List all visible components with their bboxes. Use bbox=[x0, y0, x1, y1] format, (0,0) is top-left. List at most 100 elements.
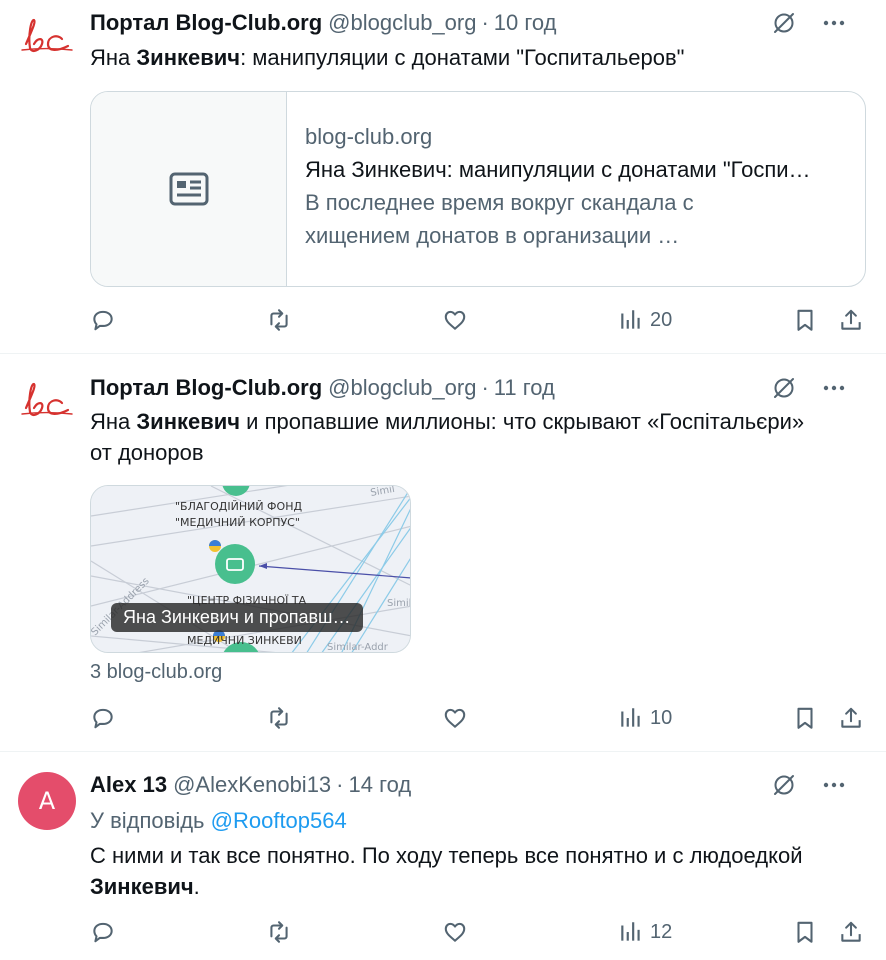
more-icon[interactable] bbox=[820, 9, 848, 37]
share-button[interactable] bbox=[838, 303, 864, 337]
retweet-button[interactable] bbox=[266, 701, 292, 735]
tweet-header: Портал Blog-Club.org @blogclub_org · 11 … bbox=[90, 373, 866, 403]
watermark-label: Simil bbox=[387, 598, 411, 609]
views-icon bbox=[621, 708, 640, 727]
like-icon bbox=[444, 922, 466, 942]
retweet-icon bbox=[270, 309, 288, 331]
share-button[interactable] bbox=[838, 915, 864, 949]
node-label: МЕДИЧНИ ЗИНКЕВИ bbox=[187, 634, 302, 647]
text-bold: Зинкевич bbox=[136, 45, 241, 70]
card-thumbnail bbox=[91, 92, 287, 286]
bookmark-button[interactable] bbox=[792, 303, 818, 337]
tweet-text: Яна Зинкевич: манипуляции с донатами "Го… bbox=[90, 42, 862, 73]
author-name[interactable]: Портал Blog-Club.org bbox=[90, 10, 322, 36]
like-button[interactable] bbox=[442, 915, 468, 949]
action-bar: 10 bbox=[90, 701, 866, 735]
text-part: С ними и так все понятно. По ходу теперь… bbox=[90, 843, 803, 868]
grok-icon[interactable] bbox=[770, 771, 798, 799]
text-part: . bbox=[193, 874, 200, 899]
text-part: Яна bbox=[90, 45, 137, 70]
text-part: : манипуляции с донатами "Госпитальеров" bbox=[240, 45, 685, 70]
tweet-text: Яна Зинкевич и пропавшие миллионы: что с… bbox=[90, 406, 862, 468]
more-icon[interactable] bbox=[820, 374, 848, 402]
article-icon bbox=[169, 172, 208, 206]
tweet-text: С ними и так все понятно. По ходу теперь… bbox=[90, 840, 862, 902]
like-button[interactable] bbox=[442, 701, 468, 735]
views-button[interactable]: 20 bbox=[618, 303, 672, 337]
views-icon bbox=[621, 922, 640, 941]
text-part: Яна bbox=[90, 409, 137, 434]
card-title: Яна Зинкевич: манипуляции с донатами "Го… bbox=[305, 157, 811, 182]
like-button[interactable] bbox=[442, 303, 468, 337]
views-count: 10 bbox=[650, 706, 673, 729]
views-button[interactable]: 12 bbox=[618, 915, 672, 949]
node-label: "БЛАГОДІЙНИЙ ФОНД bbox=[175, 500, 302, 513]
avatar[interactable]: A bbox=[18, 772, 76, 830]
separator-dot: · bbox=[336, 772, 344, 797]
reply-button[interactable] bbox=[90, 701, 116, 735]
more-icon[interactable] bbox=[820, 771, 848, 799]
tweet-time[interactable]: 11 год bbox=[494, 375, 555, 401]
tweet-time[interactable]: 14 год bbox=[349, 772, 412, 798]
card-domain: blog-club.org bbox=[305, 124, 433, 149]
mention-link[interactable]: @Rooftop564 bbox=[211, 808, 347, 833]
like-icon bbox=[444, 708, 466, 728]
bookmark-icon bbox=[797, 309, 813, 331]
separator-dot: · bbox=[481, 375, 489, 400]
separator-dot: · bbox=[481, 10, 489, 35]
like-icon bbox=[444, 310, 466, 330]
text-bold: Зинкевич bbox=[90, 874, 194, 899]
reply-button[interactable] bbox=[90, 915, 116, 949]
timeline: Портал Blog-Club.org @blogclub_org · 10 … bbox=[0, 0, 886, 960]
author-handle[interactable]: @AlexKenobi13 bbox=[173, 772, 331, 798]
author-handle[interactable]: @blogclub_org bbox=[328, 10, 476, 36]
views-button[interactable]: 10 bbox=[618, 701, 672, 735]
grok-icon[interactable] bbox=[770, 9, 798, 37]
tweet[interactable]: Портал Blog-Club.org @blogclub_org · 11 … bbox=[0, 354, 886, 751]
share-button[interactable] bbox=[838, 701, 864, 735]
text-part: и пропавшие миллионы: что скрывают «Госп… bbox=[240, 409, 805, 434]
reply-button[interactable] bbox=[90, 303, 116, 337]
reply-context: У відповідь @Rooftop564 bbox=[90, 808, 347, 834]
bookmark-icon bbox=[797, 921, 813, 943]
retweet-icon bbox=[270, 921, 288, 943]
reply-icon bbox=[93, 310, 113, 331]
tweet[interactable]: A Alex 13 @AlexKenobi13 · 14 год У відпо… bbox=[0, 752, 886, 960]
card-description: хищением донатов в организации … bbox=[305, 223, 680, 248]
retweet-button[interactable] bbox=[266, 303, 292, 337]
views-count: 20 bbox=[650, 308, 673, 331]
media-caption: Яна Зинкевич и пропавш… bbox=[111, 603, 363, 632]
share-icon bbox=[841, 921, 861, 942]
author-name[interactable]: Alex 13 bbox=[90, 772, 167, 798]
media-source[interactable]: 3 blog-club.org bbox=[90, 661, 222, 684]
reply-icon bbox=[93, 708, 113, 729]
text-part: от доноров bbox=[90, 440, 204, 465]
grok-icon[interactable] bbox=[770, 374, 798, 402]
bc-logo bbox=[21, 18, 73, 53]
bookmark-icon bbox=[797, 707, 813, 729]
tweet[interactable]: Портал Blog-Club.org @blogclub_org · 10 … bbox=[0, 0, 886, 353]
tweet-header: Alex 13 @AlexKenobi13 · 14 год bbox=[90, 770, 866, 800]
action-bar: 12 bbox=[90, 915, 866, 949]
author-handle[interactable]: @blogclub_org bbox=[328, 375, 476, 401]
bc-logo bbox=[21, 382, 73, 417]
text-bold: Зинкевич bbox=[136, 409, 241, 434]
avatar[interactable] bbox=[18, 10, 76, 68]
node-label: "МЕДИЧНИЙ КОРПУС" bbox=[175, 516, 300, 529]
link-card[interactable]: blog-club.org Яна Зинкевич: манипуляции … bbox=[90, 91, 866, 287]
share-icon bbox=[841, 309, 861, 330]
retweet-icon bbox=[270, 707, 288, 729]
bookmark-button[interactable] bbox=[792, 701, 818, 735]
card-description: В последнее время вокруг скандала с bbox=[305, 190, 694, 215]
retweet-button[interactable] bbox=[266, 915, 292, 949]
action-bar: 20 bbox=[90, 303, 866, 337]
reply-label: У відповідь bbox=[90, 808, 211, 833]
views-count: 12 bbox=[650, 920, 673, 943]
tweet-time[interactable]: 10 год bbox=[494, 10, 557, 36]
bookmark-button[interactable] bbox=[792, 915, 818, 949]
watermark-label: Similar-Addr bbox=[327, 642, 389, 653]
views-icon bbox=[621, 310, 640, 329]
media-image[interactable]: "БЛАГОДІЙНИЙ ФОНД "МЕДИЧНИЙ КОРПУС" "ЦЕН… bbox=[90, 485, 411, 653]
author-name[interactable]: Портал Blog-Club.org bbox=[90, 375, 322, 401]
avatar[interactable] bbox=[18, 374, 76, 432]
